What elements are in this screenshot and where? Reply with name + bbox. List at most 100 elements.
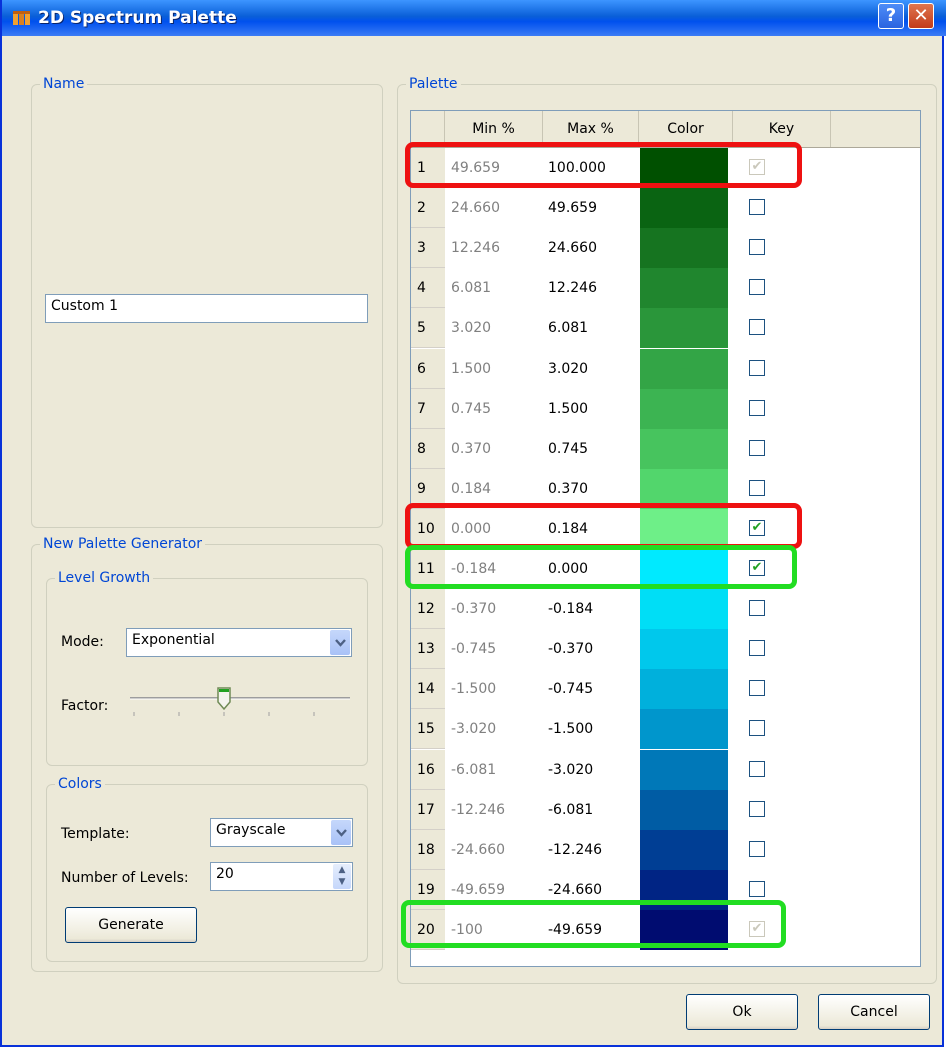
table-row[interactable]: 14 -1.500 -0.745 bbox=[411, 669, 920, 710]
color-swatch[interactable] bbox=[640, 428, 728, 469]
key-checkbox[interactable] bbox=[749, 479, 765, 496]
color-swatch[interactable] bbox=[640, 629, 728, 670]
max-cell[interactable]: -0.745 bbox=[548, 669, 593, 709]
row-number[interactable]: 7 bbox=[411, 388, 445, 429]
color-swatch[interactable] bbox=[640, 348, 728, 389]
key-checkbox[interactable] bbox=[749, 199, 765, 216]
color-swatch[interactable] bbox=[640, 789, 728, 830]
max-cell[interactable]: -49.659 bbox=[548, 910, 602, 950]
row-number[interactable]: 3 bbox=[411, 228, 445, 269]
table-row[interactable]: 15 -3.020 -1.500 bbox=[411, 709, 920, 750]
min-cell[interactable]: 6.081 bbox=[451, 268, 491, 308]
min-cell[interactable]: 0.184 bbox=[451, 469, 491, 509]
min-cell[interactable]: 24.660 bbox=[451, 188, 500, 228]
mode-select[interactable]: Exponential bbox=[126, 628, 352, 657]
row-number[interactable]: 16 bbox=[411, 749, 445, 790]
chevron-down-icon[interactable] bbox=[331, 820, 351, 845]
table-row[interactable]: 13 -0.745 -0.370 bbox=[411, 629, 920, 670]
table-row[interactable]: 10 0.000 0.184 ✔ bbox=[411, 508, 920, 549]
key-checkbox[interactable]: ✔ bbox=[749, 560, 765, 576]
table-row[interactable]: 9 0.184 0.370 bbox=[411, 468, 920, 509]
color-swatch[interactable] bbox=[640, 468, 728, 509]
min-cell[interactable]: 3.020 bbox=[451, 308, 491, 348]
table-row[interactable]: 6 1.500 3.020 bbox=[411, 348, 920, 389]
col-header-min[interactable]: Min % bbox=[445, 111, 543, 147]
min-cell[interactable]: 0.370 bbox=[451, 429, 491, 469]
row-number[interactable]: 19 bbox=[411, 869, 445, 910]
min-cell[interactable]: -0.745 bbox=[451, 629, 496, 669]
col-header-max[interactable]: Max % bbox=[543, 111, 639, 147]
spin-arrows-icon[interactable]: ▲ ▼ bbox=[333, 864, 351, 889]
table-row[interactable]: 8 0.370 0.745 bbox=[411, 428, 920, 469]
key-checkbox[interactable]: ✔ bbox=[749, 920, 765, 937]
close-button[interactable]: ✕ bbox=[908, 3, 934, 29]
color-swatch[interactable] bbox=[640, 749, 728, 790]
color-swatch[interactable] bbox=[640, 388, 728, 429]
key-checkbox[interactable] bbox=[749, 319, 765, 336]
key-checkbox[interactable] bbox=[749, 640, 765, 657]
max-cell[interactable]: -1.500 bbox=[548, 709, 593, 749]
max-cell[interactable]: 0.000 bbox=[548, 549, 588, 589]
row-number[interactable]: 2 bbox=[411, 188, 445, 229]
max-cell[interactable]: 100.000 bbox=[548, 148, 606, 188]
row-number[interactable]: 10 bbox=[411, 508, 445, 549]
max-cell[interactable]: -0.184 bbox=[548, 589, 593, 629]
max-cell[interactable]: -6.081 bbox=[548, 790, 593, 830]
key-checkbox[interactable] bbox=[749, 800, 765, 817]
table-row[interactable]: 12 -0.370 -0.184 bbox=[411, 589, 920, 630]
color-swatch[interactable] bbox=[640, 188, 728, 229]
template-select[interactable]: Grayscale bbox=[210, 818, 353, 847]
row-number[interactable]: 1 bbox=[411, 148, 445, 188]
max-cell[interactable]: 1.500 bbox=[548, 389, 588, 429]
key-checkbox[interactable] bbox=[749, 279, 765, 296]
key-checkbox[interactable] bbox=[749, 840, 765, 857]
row-number[interactable]: 15 bbox=[411, 709, 445, 750]
min-cell[interactable]: -100 bbox=[451, 910, 483, 950]
min-cell[interactable]: 0.000 bbox=[451, 509, 491, 549]
max-cell[interactable]: -12.246 bbox=[548, 830, 602, 870]
col-header-color[interactable]: Color bbox=[639, 111, 733, 147]
row-number[interactable]: 11 bbox=[411, 549, 445, 589]
factor-slider[interactable] bbox=[126, 682, 354, 722]
generate-button[interactable]: Generate bbox=[65, 907, 197, 943]
min-cell[interactable]: -3.020 bbox=[451, 709, 496, 749]
table-row[interactable]: 19 -49.659 -24.660 bbox=[411, 869, 920, 910]
color-swatch[interactable] bbox=[640, 549, 728, 589]
key-checkbox[interactable] bbox=[749, 359, 765, 376]
min-cell[interactable]: -49.659 bbox=[451, 870, 505, 910]
table-row[interactable]: 18 -24.660 -12.246 bbox=[411, 829, 920, 870]
palette-table[interactable]: Min % Max % Color Key 1 49.659 100.000 ✔ 2 24… bbox=[410, 110, 921, 967]
cancel-button[interactable]: Cancel bbox=[818, 994, 930, 1030]
ok-button[interactable]: Ok bbox=[686, 994, 798, 1030]
key-checkbox[interactable] bbox=[749, 600, 765, 617]
row-number[interactable]: 12 bbox=[411, 589, 445, 630]
row-number[interactable]: 14 bbox=[411, 669, 445, 710]
table-row[interactable]: 4 6.081 12.246 bbox=[411, 268, 920, 309]
table-row[interactable]: 7 0.745 1.500 bbox=[411, 388, 920, 429]
levels-spinbox[interactable]: 20 ▲ ▼ bbox=[210, 862, 353, 891]
color-swatch[interactable] bbox=[640, 869, 728, 910]
table-row[interactable]: 11 -0.184 0.000 ✔ bbox=[411, 549, 920, 589]
min-cell[interactable]: -12.246 bbox=[451, 790, 505, 830]
key-checkbox[interactable] bbox=[749, 239, 765, 256]
min-cell[interactable]: -6.081 bbox=[451, 750, 496, 790]
max-cell[interactable]: -0.370 bbox=[548, 629, 593, 669]
help-button[interactable]: ? bbox=[878, 3, 904, 29]
key-checkbox[interactable] bbox=[749, 880, 765, 897]
row-number[interactable]: 20 bbox=[411, 909, 445, 950]
row-number[interactable]: 8 bbox=[411, 428, 445, 469]
color-swatch[interactable] bbox=[640, 709, 728, 750]
max-cell[interactable]: 3.020 bbox=[548, 349, 588, 389]
min-cell[interactable]: -1.500 bbox=[451, 669, 496, 709]
chevron-down-icon[interactable] bbox=[330, 630, 350, 655]
max-cell[interactable]: 6.081 bbox=[548, 308, 588, 348]
row-number[interactable]: 13 bbox=[411, 629, 445, 670]
max-cell[interactable]: 12.246 bbox=[548, 268, 597, 308]
min-cell[interactable]: -0.370 bbox=[451, 589, 496, 629]
table-row[interactable]: 17 -12.246 -6.081 bbox=[411, 789, 920, 830]
max-cell[interactable]: 0.184 bbox=[548, 509, 588, 549]
col-header-key[interactable]: Key bbox=[733, 111, 831, 147]
color-swatch[interactable] bbox=[640, 669, 728, 710]
max-cell[interactable]: -3.020 bbox=[548, 750, 593, 790]
key-checkbox[interactable] bbox=[749, 399, 765, 416]
